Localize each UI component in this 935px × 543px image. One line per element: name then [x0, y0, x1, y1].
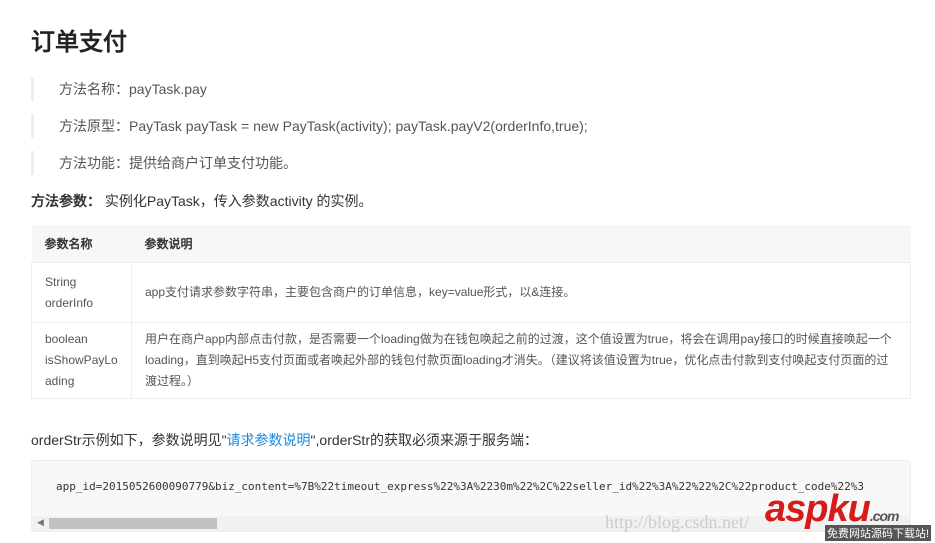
header-name: 参数名称: [31, 225, 132, 263]
table-header: 参数名称 参数说明: [31, 225, 911, 263]
scrollbar-thumb[interactable]: [49, 518, 217, 529]
param-type: String: [45, 274, 77, 289]
param-id: isShowPayLo: [45, 353, 118, 367]
request-params-link[interactable]: 请求参数说明: [227, 432, 311, 448]
logo-subtitle: 免费网站源码下载站!: [825, 525, 932, 541]
watermark: http://blog.csdn.net/: [605, 512, 749, 532]
param-name: boolean isShowPayLo ading: [31, 322, 132, 399]
example-post: ",orderStr的获取必须来源于服务端：: [310, 432, 538, 448]
table-row: boolean isShowPayLo ading 用户在商户app内部点击付款，是…: [31, 322, 911, 399]
logo-main: aspku: [765, 488, 871, 530]
param-id-cont: ading: [45, 374, 75, 388]
method-name: 方法名称：payTask.pay: [31, 77, 207, 101]
params-label: 方法参数：: [31, 193, 101, 209]
header-desc: 参数说明: [131, 225, 911, 263]
param-id: orderInfo: [45, 295, 94, 310]
logo-tld: .com: [869, 508, 900, 524]
param-name: String orderInfo: [31, 262, 132, 323]
page-title: 订单支付: [31, 29, 127, 56]
method-params: 方法参数： 实例化PayTask，传入参数activity 的实例。: [31, 191, 372, 211]
code-text: app_id=2015052600090779&biz_content=%7B%…: [56, 480, 864, 493]
param-desc: app支付请求参数字符串，主要包含商户的订单信息，key=value形式，以&连…: [131, 262, 911, 323]
params-table: 参数名称 参数说明 String orderInfo app支付请求参数字符串，主要…: [31, 225, 911, 399]
params-text: 实例化PayTask，传入参数activity 的实例。: [101, 193, 373, 209]
param-desc: 用户在商户app内部点击付款，是否需要一个loading做为在钱包唤起之前的过渡…: [131, 322, 911, 399]
scroll-left-icon[interactable]: ◀: [37, 517, 44, 528]
param-type: boolean: [45, 332, 88, 346]
table-row: String orderInfo app支付请求参数字符串，主要包含商户的订单信息…: [31, 262, 911, 323]
method-prototype: 方法原型：PayTask payTask = new PayTask(activ…: [31, 114, 588, 138]
method-function: 方法功能：提供给商户订单支付功能。: [31, 151, 297, 175]
example-pre: orderStr示例如下，参数说明见": [31, 432, 227, 448]
example-intro: orderStr示例如下，参数说明见"请求参数说明",orderStr的获取必须…: [31, 430, 538, 450]
